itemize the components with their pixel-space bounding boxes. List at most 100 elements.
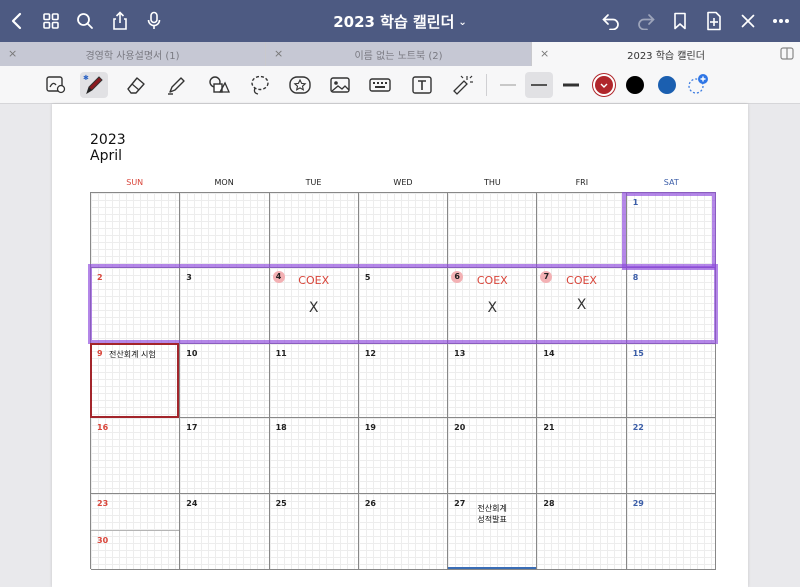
share-icon[interactable] <box>107 8 133 34</box>
split-view-icon[interactable] <box>780 47 794 60</box>
day-cell[interactable]: 9 전산회계 시험 <box>91 344 181 418</box>
calendar-month: April <box>90 148 122 164</box>
day-cell[interactable]: 2 <box>91 268 181 344</box>
day-cell[interactable]: 7 COEX X <box>537 268 627 344</box>
day-number: 20 <box>454 423 466 432</box>
laser-pointer-tool-icon[interactable] <box>448 72 476 98</box>
thick-stroke-option[interactable] <box>557 72 585 98</box>
event-handwriting: COEX <box>476 274 508 287</box>
eraser-tool-icon[interactable] <box>122 72 150 98</box>
day-number: 23 <box>97 499 109 508</box>
day-cell[interactable]: 20 <box>448 418 538 494</box>
day-number: 30 <box>97 536 109 545</box>
document-title-button[interactable]: 2023 학습 캘린더 ⌄ <box>333 11 467 32</box>
lasso-tool-icon[interactable] <box>246 72 274 98</box>
day-number: 8 <box>632 273 639 282</box>
day-cell[interactable]: 16 <box>91 418 181 494</box>
day-cell-empty[interactable] <box>269 193 359 268</box>
add-page-icon[interactable] <box>701 8 727 34</box>
day-cell[interactable]: 29 <box>626 494 716 570</box>
redo-icon[interactable] <box>633 8 659 34</box>
day-cell[interactable]: 25 <box>269 494 359 570</box>
day-cell[interactable]: 27 전산회계 성적발표 <box>448 494 538 570</box>
event-handwriting: COEX <box>298 274 330 287</box>
keyboard-tool-icon[interactable] <box>366 72 394 98</box>
cross-mark: X <box>576 297 587 313</box>
day-cell[interactable]: 4 COEX X <box>269 268 359 344</box>
day-cell[interactable]: 14 <box>537 344 627 418</box>
day-number: 21 <box>543 423 555 432</box>
color-swatch-black[interactable] <box>626 76 644 94</box>
calendar-year: 2023 <box>90 132 126 148</box>
undo-icon[interactable] <box>598 8 624 34</box>
event-note: 전산회계 시험 <box>109 350 156 359</box>
day-number: 22 <box>632 423 644 432</box>
day-cell[interactable]: 26 <box>358 494 449 570</box>
shape-tool-icon[interactable] <box>204 72 232 98</box>
document-title-label: 2023 학습 캘린더 <box>333 13 455 31</box>
day-number: 29 <box>632 499 644 508</box>
more-options-icon[interactable] <box>768 8 794 34</box>
close-tab-icon[interactable]: × <box>540 47 549 60</box>
day-cell[interactable]: 5 <box>358 268 449 344</box>
day-cell[interactable]: 19 <box>358 418 449 494</box>
search-icon[interactable] <box>72 8 98 34</box>
day-cell[interactable]: 3 <box>180 268 270 344</box>
tab-3-active[interactable]: × 2023 학습 캘린더 <box>532 42 800 66</box>
day-cell[interactable]: 6 COEX X <box>448 268 538 344</box>
day-cell[interactable]: 23 30 <box>91 494 181 570</box>
day-cell-empty[interactable] <box>448 193 538 268</box>
day-cell[interactable]: 22 <box>626 418 716 494</box>
day-number: 5 <box>364 273 371 282</box>
day-cell[interactable]: 13 <box>448 344 538 418</box>
color-swatch-blue[interactable] <box>658 76 676 94</box>
thumbnails-grid-icon[interactable] <box>38 8 64 34</box>
day-cell[interactable]: 1 <box>626 193 716 268</box>
highlighter-tool-icon[interactable] <box>162 72 190 98</box>
add-color-icon[interactable] <box>684 72 712 98</box>
medium-stroke-option[interactable] <box>525 72 553 98</box>
color-swatch-dark-red-selected[interactable] <box>595 76 613 94</box>
pen-tool-icon[interactable]: ✱ <box>80 72 108 98</box>
day-number: 15 <box>632 349 644 358</box>
day-number: 1 <box>632 198 639 207</box>
tab-bar: × 경영학 사용설명서 (1) × 이름 없는 노트북 (2) × 2023 학… <box>0 42 800 66</box>
day-cell[interactable]: 10 <box>180 344 270 418</box>
tab-3-label: 2023 학습 캘린더 <box>627 50 705 62</box>
cross-mark: X <box>487 300 498 316</box>
weekday-label: MON <box>214 178 234 187</box>
text-box-tool-icon[interactable] <box>408 72 436 98</box>
day-cell[interactable]: 28 <box>537 494 627 570</box>
notebook-page[interactable]: 2023 April SUN MON TUE WED THU FRI SAT 1… <box>52 104 748 587</box>
image-tool-icon[interactable] <box>326 72 354 98</box>
tab-2[interactable]: × 이름 없는 노트북 (2) <box>266 42 532 66</box>
day-cell[interactable]: 24 <box>180 494 270 570</box>
close-edit-icon[interactable] <box>735 8 761 34</box>
day-cell[interactable]: 21 <box>537 418 627 494</box>
day-cell-empty[interactable] <box>358 193 449 268</box>
thin-stroke-option[interactable] <box>494 72 522 98</box>
event-handwriting: COEX <box>566 274 597 287</box>
microphone-icon[interactable] <box>141 8 167 34</box>
day-cell[interactable]: 12 <box>358 344 449 418</box>
zoom-window-icon[interactable] <box>42 72 70 98</box>
day-number: 3 <box>186 273 192 282</box>
day-cell[interactable]: 18 <box>269 418 359 494</box>
sticker-tool-icon[interactable] <box>286 72 314 98</box>
back-chevron-icon[interactable] <box>4 8 30 34</box>
toolbar-divider <box>486 74 487 96</box>
day-cell[interactable]: 17 <box>180 418 270 494</box>
tab-1[interactable]: × 경영학 사용설명서 (1) <box>0 42 266 66</box>
close-tab-icon[interactable]: × <box>8 47 17 60</box>
day-cell-empty[interactable] <box>537 193 627 268</box>
day-number: 14 <box>543 349 555 358</box>
bookmark-icon[interactable] <box>667 8 693 34</box>
close-tab-icon[interactable]: × <box>274 47 283 60</box>
day-cell[interactable]: 11 <box>269 344 359 418</box>
weekday-label: SAT <box>663 178 679 187</box>
day-cell-empty[interactable] <box>180 193 270 268</box>
day-cell[interactable]: 8 <box>626 268 716 344</box>
day-number: 19 <box>364 423 376 432</box>
day-cell[interactable]: 15 <box>626 344 716 418</box>
day-cell-empty[interactable] <box>91 193 181 268</box>
